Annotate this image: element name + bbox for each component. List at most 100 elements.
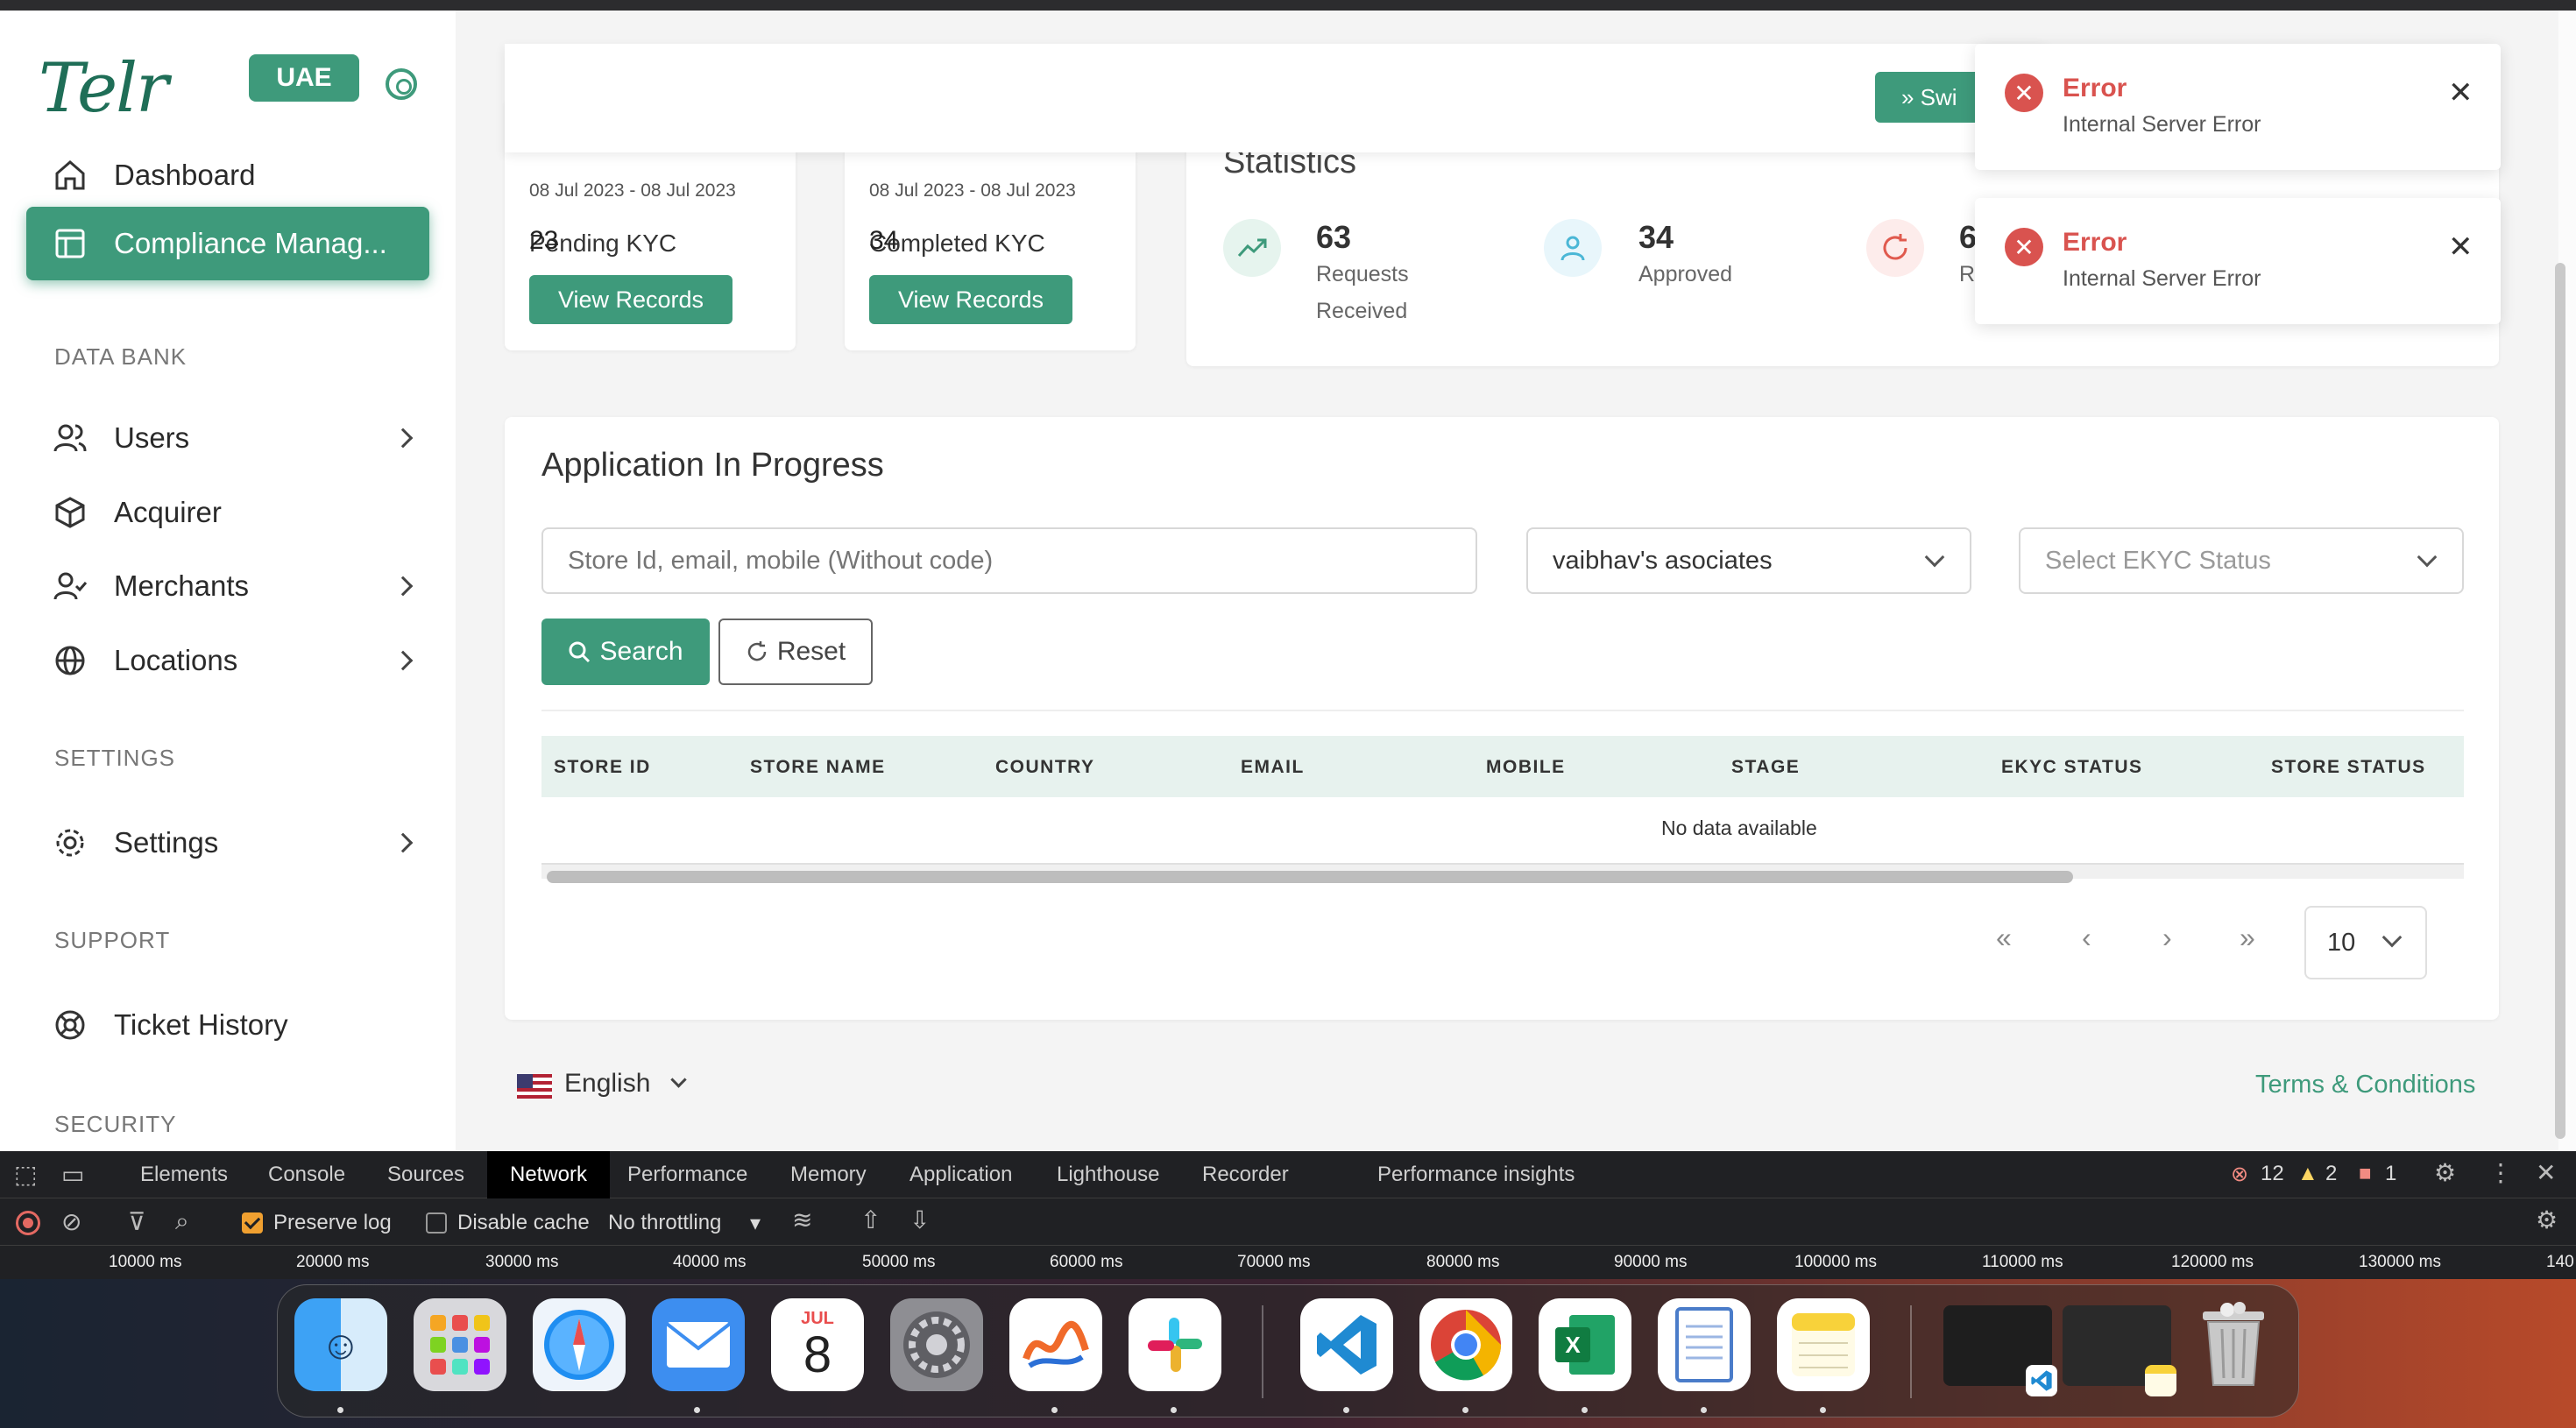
notes-badge-icon: [2145, 1365, 2176, 1396]
close-icon[interactable]: ✕: [2448, 75, 2473, 110]
next-page-icon[interactable]: ›: [2162, 922, 2172, 954]
inspect-icon[interactable]: ⬚: [14, 1160, 37, 1189]
toast-message: Internal Server Error: [2063, 112, 2261, 137]
slack-icon[interactable]: [1129, 1298, 1221, 1391]
more-options-icon[interactable]: ⋮: [2488, 1158, 2513, 1187]
first-page-icon[interactable]: «: [1996, 922, 2012, 954]
search-icon[interactable]: ⌕: [175, 1207, 189, 1236]
tab-lighthouse[interactable]: Lighthouse: [1057, 1151, 1159, 1198]
stat-label: Approved: [1638, 262, 1733, 286]
window-thumb-1[interactable]: [1943, 1305, 2057, 1396]
language-selector[interactable]: English: [564, 1069, 650, 1099]
tab-network[interactable]: Network: [487, 1151, 611, 1198]
notes-icon[interactable]: [1777, 1298, 1870, 1391]
preserve-log-label: Preserve log: [273, 1211, 392, 1234]
sidebar-item-users[interactable]: Users: [26, 401, 429, 475]
col-country[interactable]: COUNTRY: [995, 757, 1095, 778]
throttling-dropdown-icon[interactable]: ▾: [750, 1211, 761, 1236]
clear-icon[interactable]: ⊘: [61, 1207, 81, 1236]
mail-icon[interactable]: [652, 1298, 745, 1391]
sidebar-item-label: Locations: [114, 644, 238, 676]
col-mobile[interactable]: MOBILE: [1486, 757, 1566, 778]
region-button[interactable]: UAE: [249, 54, 359, 102]
system-settings-icon[interactable]: [890, 1298, 983, 1391]
view-records-button[interactable]: View Records: [529, 275, 732, 324]
trash-icon[interactable]: [2187, 1298, 2280, 1391]
sidebar-item-ticket-history[interactable]: Ticket History: [26, 988, 429, 1062]
sidebar-item-merchants[interactable]: Merchants: [26, 549, 429, 623]
network-settings-icon[interactable]: ⚙: [2536, 1205, 2558, 1234]
tab-memory[interactable]: Memory: [790, 1151, 867, 1198]
sidebar-item-settings[interactable]: Settings: [26, 806, 429, 880]
col-email[interactable]: EMAIL: [1241, 757, 1305, 778]
freeform-icon[interactable]: [1009, 1298, 1102, 1391]
disable-cache-checkbox[interactable]: [426, 1212, 447, 1234]
user-icon: [1544, 219, 1602, 277]
record-icon[interactable]: [16, 1211, 40, 1235]
calendar-icon[interactable]: JUL 8: [771, 1298, 864, 1391]
page-size-select[interactable]: 10: [2304, 906, 2427, 979]
finder-icon[interactable]: ☺: [294, 1298, 387, 1391]
issues-icon[interactable]: ■: [2359, 1162, 2372, 1186]
switch-button[interactable]: » Swi: [1875, 72, 1989, 123]
search-input[interactable]: [541, 527, 1477, 594]
close-icon[interactable]: ✕: [2448, 230, 2473, 265]
kyc-card-date: 08 Jul 2023 - 08 Jul 2023: [869, 180, 1076, 201]
upload-icon[interactable]: ⇧: [860, 1205, 881, 1234]
view-records-button[interactable]: View Records: [869, 275, 1072, 324]
filter-icon[interactable]: ⊽: [128, 1207, 146, 1236]
devtools-settings-icon[interactable]: ⚙: [2434, 1158, 2456, 1187]
col-store-status[interactable]: STORE STATUS: [2271, 757, 2426, 778]
devtools-panel: ⬚ ▭ Elements Console Sources Network Per…: [0, 1151, 2576, 1279]
sidebar-item-dashboard[interactable]: Dashboard: [26, 138, 429, 212]
device-toggle-icon[interactable]: ▭: [61, 1160, 84, 1189]
throttling-select[interactable]: No throttling: [608, 1211, 721, 1235]
launchpad-icon[interactable]: [414, 1298, 506, 1391]
prev-page-icon[interactable]: ‹: [2082, 922, 2091, 954]
close-devtools-icon[interactable]: ✕: [2536, 1158, 2556, 1187]
tab-console[interactable]: Console: [268, 1151, 345, 1198]
home-icon: [53, 158, 88, 193]
tab-performance-insights[interactable]: Performance insights: [1377, 1151, 1575, 1198]
col-store-name[interactable]: STORE NAME: [750, 757, 886, 778]
window-thumb-2[interactable]: [2063, 1305, 2176, 1396]
merchant-select[interactable]: vaibhav's asociates: [1526, 527, 1971, 594]
tab-sources[interactable]: Sources: [387, 1151, 464, 1198]
safari-icon[interactable]: [533, 1298, 626, 1391]
sidebar-item-label: Dashboard: [114, 159, 256, 191]
last-page-icon[interactable]: »: [2240, 922, 2255, 954]
col-store-id[interactable]: STORE ID: [554, 757, 651, 778]
stat-value: 63: [1316, 219, 1352, 255]
warning-icon[interactable]: ▲: [2297, 1162, 2318, 1186]
wifi-icon[interactable]: ≋: [792, 1205, 812, 1234]
tab-application[interactable]: Application: [909, 1151, 1012, 1198]
tab-performance[interactable]: Performance: [627, 1151, 747, 1198]
col-stage[interactable]: STAGE: [1731, 757, 1800, 778]
reset-button[interactable]: Reset: [718, 619, 873, 685]
sidebar-item-compliance[interactable]: Compliance Manag...: [26, 207, 429, 280]
preserve-log-checkbox[interactable]: [242, 1212, 263, 1234]
empty-table-message: No data available: [1661, 817, 1817, 839]
tab-elements[interactable]: Elements: [140, 1151, 228, 1198]
sidebar-item-locations[interactable]: Locations: [26, 624, 429, 697]
ekyc-status-select[interactable]: Select EKYC Status: [2019, 527, 2464, 594]
region-settings-icon[interactable]: [386, 68, 417, 100]
download-icon[interactable]: ⇩: [909, 1205, 930, 1234]
stat-label: R: [1959, 262, 1976, 286]
table-scrollbar-thumb[interactable]: [547, 871, 2073, 883]
tab-recorder[interactable]: Recorder: [1202, 1151, 1289, 1198]
page-scrollbar[interactable]: [2555, 263, 2565, 1139]
error-count-icon[interactable]: ⊗: [2231, 1162, 2248, 1187]
terms-link[interactable]: Terms & Conditions: [2255, 1071, 2475, 1099]
chrome-icon[interactable]: [1419, 1298, 1512, 1391]
vscode-icon[interactable]: [1300, 1298, 1393, 1391]
notes-doc-icon[interactable]: [1658, 1298, 1751, 1391]
timeline-tick: 70000 ms: [1237, 1253, 1311, 1271]
network-timeline[interactable]: 10000 ms 20000 ms 30000 ms 40000 ms 5000…: [0, 1246, 2576, 1279]
search-button[interactable]: Search: [541, 619, 710, 685]
sidebar-item-acquirer[interactable]: Acquirer: [26, 476, 429, 549]
toast-message: Internal Server Error: [2063, 266, 2261, 291]
excel-icon[interactable]: X: [1539, 1298, 1631, 1391]
network-toolbar: ⊘ ⊽ ⌕ Preserve log Disable cache No thro…: [0, 1198, 2576, 1246]
col-ekyc-status[interactable]: EKYC STATUS: [2001, 757, 2143, 778]
